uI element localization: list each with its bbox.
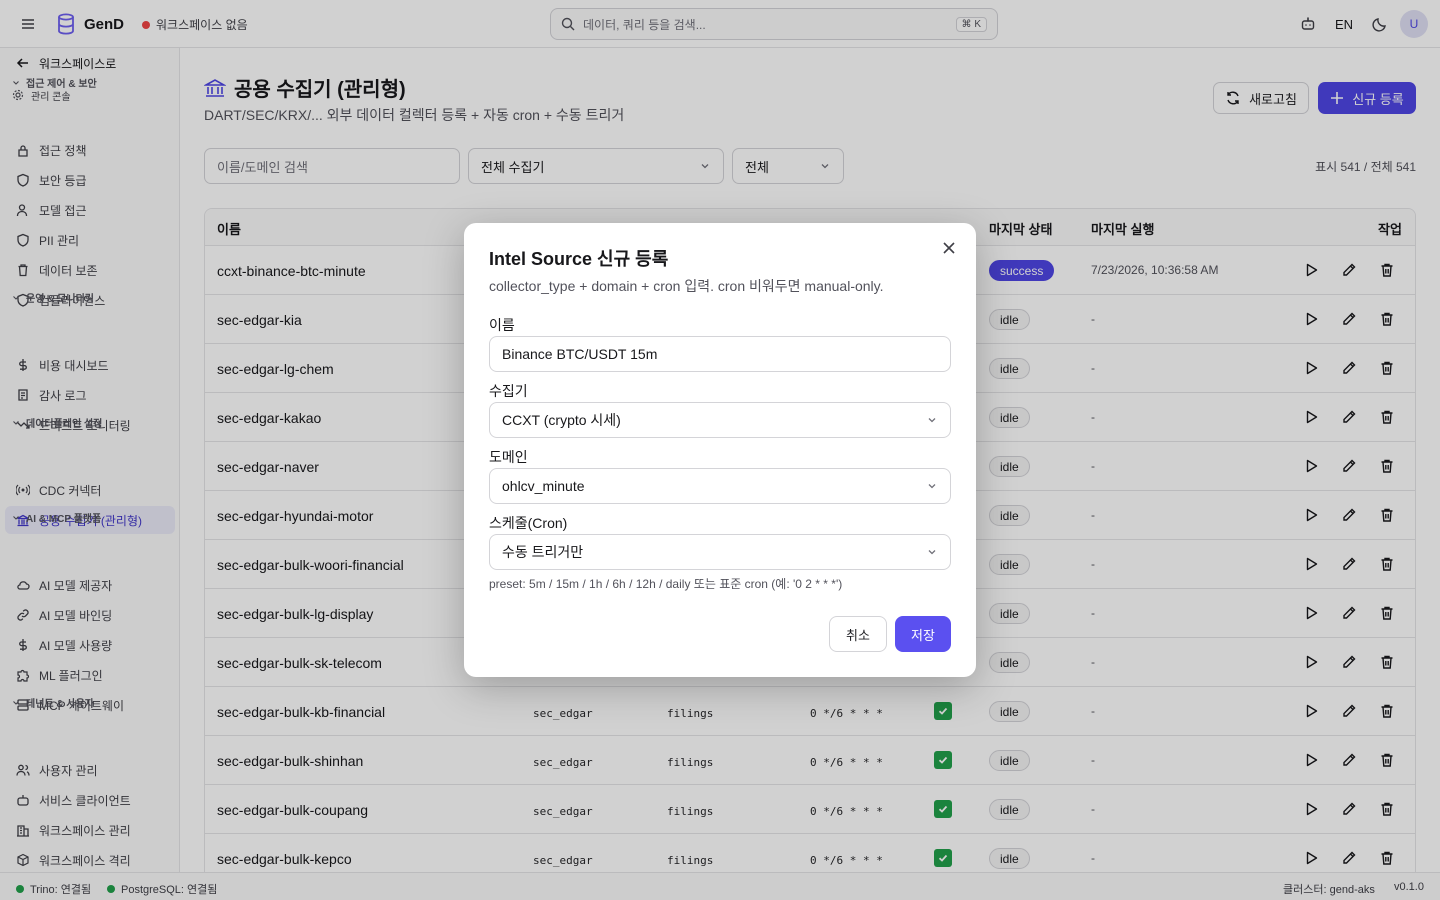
name-input[interactable]: Binance BTC/USDT 15m xyxy=(489,336,951,372)
chevron-down-icon xyxy=(926,414,938,426)
schedule-label: 스케줄(Cron) xyxy=(489,515,568,531)
save-button[interactable]: 저장 xyxy=(895,616,951,652)
collector-value: CCXT (crypto 시세) xyxy=(502,412,621,428)
schedule-value: 수동 트리거만 xyxy=(502,544,584,560)
collector-label: 수집기 xyxy=(489,383,528,399)
domain-value: ohlcv_minute xyxy=(502,478,585,494)
dialog-description: collector_type + domain + cron 입력. cron … xyxy=(489,278,884,294)
schedule-select[interactable]: 수동 트리거만 xyxy=(489,534,951,570)
collector-select[interactable]: CCXT (crypto 시세) xyxy=(489,402,951,438)
cancel-button[interactable]: 취소 xyxy=(829,616,887,652)
schedule-help: preset: 5m / 15m / 1h / 6h / 12h / daily… xyxy=(489,577,843,591)
domain-select[interactable]: ohlcv_minute xyxy=(489,468,951,504)
close-icon[interactable] xyxy=(942,241,956,255)
new-source-dialog: Intel Source 신규 등록 collector_type + doma… xyxy=(464,223,976,677)
chevron-down-icon xyxy=(926,480,938,492)
dialog-title: Intel Source 신규 등록 xyxy=(489,249,669,269)
chevron-down-icon xyxy=(926,546,938,558)
name-label: 이름 xyxy=(489,317,515,333)
domain-label: 도메인 xyxy=(489,449,528,465)
name-value: Binance BTC/USDT 15m xyxy=(502,346,658,362)
